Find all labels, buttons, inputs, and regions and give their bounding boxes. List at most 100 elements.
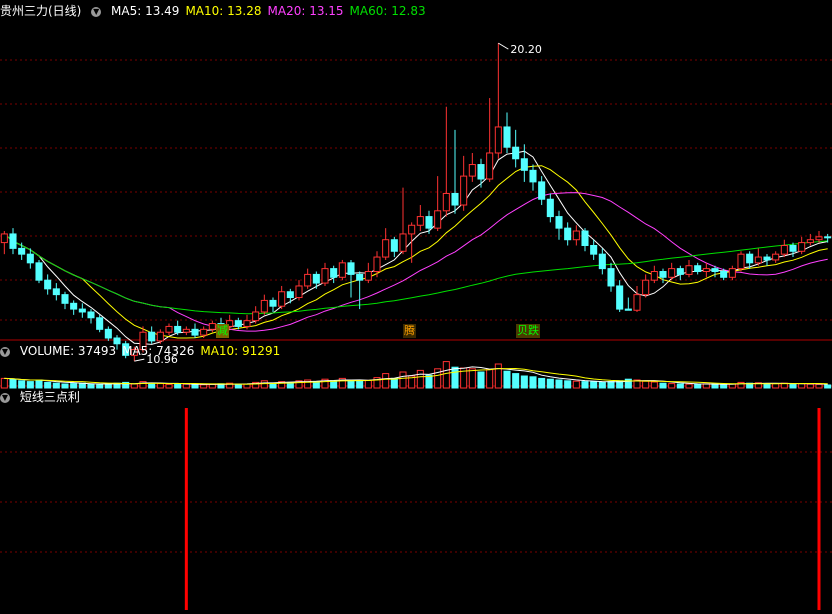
candle-body: [451, 192, 459, 206]
price-panel-header: 贵州三力(日线) ▼ MA5: 13.49 MA10: 13.28 MA20: 13…: [0, 2, 438, 20]
candle-body: [650, 271, 658, 281]
volume-bar: [182, 383, 190, 389]
volume-bar: [87, 383, 95, 389]
volume-bar: [165, 383, 173, 389]
candle-body: [728, 268, 736, 278]
candle-body: [104, 328, 112, 339]
volume-bar: [555, 379, 563, 389]
candle-body: [269, 299, 277, 307]
candle-body: [87, 311, 95, 319]
indicator-panel-header: ▼ 短线三点利: [0, 388, 86, 406]
candle-body: [312, 273, 320, 284]
candle-body: [44, 279, 52, 290]
candle-body: [174, 325, 182, 333]
volume-bar: [598, 381, 606, 389]
indicator-title[interactable]: 短线三点利: [20, 390, 80, 404]
candle-body: [425, 216, 433, 229]
volume-bar: [356, 380, 364, 389]
candle-body: [520, 158, 528, 171]
candle-body: [590, 244, 598, 255]
candle-body: [633, 294, 641, 311]
candle-body: [330, 268, 338, 278]
volume-bar: [529, 376, 537, 389]
candle-body: [529, 169, 537, 183]
volume-bars: [0, 361, 832, 389]
candle-body: [780, 244, 788, 255]
candle-body: [191, 328, 199, 336]
candle-body: [304, 273, 312, 287]
candle-body: [564, 227, 572, 241]
candle-body: [659, 271, 667, 278]
candle-body: [70, 302, 78, 310]
candle-body: [486, 152, 494, 180]
ma-legend-item-3: MA60: 12.83: [349, 4, 426, 18]
volume-legend-item-0: VOLUME: 37493: [19, 344, 117, 358]
indicator-bars: [184, 408, 821, 610]
candle-body: [512, 146, 520, 160]
candle-body: [338, 262, 346, 278]
candle-body: [824, 236, 832, 239]
volume-bar: [720, 383, 728, 389]
volume-bar: [200, 384, 208, 389]
volume-bar: [546, 378, 554, 389]
volume-bar: [581, 381, 589, 389]
candle-body: [668, 268, 676, 278]
candle-body: [460, 175, 468, 206]
candle-body: [598, 253, 606, 270]
candle-body: [347, 262, 355, 275]
candle-body: [555, 216, 563, 229]
volume-panel-header: ▼ VOLUME: 37493 MA5: 74326 MA10: 91291: [0, 342, 292, 360]
candle-body: [278, 291, 286, 307]
candle-body: [642, 279, 650, 296]
volume-bar: [494, 363, 502, 389]
stock-name[interactable]: 贵州三力(日线): [0, 4, 81, 18]
volume-legend: VOLUME: 37493 MA5: 74326 MA10: 91291: [20, 344, 286, 358]
ma5-line: [3, 150, 828, 345]
candlestick-series: [0, 43, 832, 362]
candle-body: [35, 262, 43, 281]
volume-bar: [234, 383, 242, 389]
chevron-down-icon[interactable]: ▼: [0, 346, 10, 357]
candle-body: [494, 126, 502, 154]
volume-bar: [399, 371, 407, 389]
volume-bar: [572, 380, 580, 389]
volume-bar: [538, 377, 546, 389]
ma20-line: [3, 192, 828, 332]
candle-body: [373, 256, 381, 273]
candle-body: [572, 230, 580, 241]
candle-body: [408, 224, 416, 235]
candle-body: [286, 291, 294, 299]
candle-body: [720, 271, 728, 278]
candle-body: [538, 181, 546, 200]
volume-bar: [260, 380, 268, 389]
volume-bar: [711, 383, 719, 389]
price-annotations: 20.2010.96: [134, 42, 542, 366]
volume-bar: [174, 383, 182, 389]
candle-body: [616, 285, 624, 310]
candle-body: [737, 253, 745, 270]
volume-bar: [442, 361, 450, 389]
candle-body: [746, 253, 754, 264]
candle-body: [442, 192, 450, 212]
candle-body: [18, 247, 26, 255]
volume-bar: [685, 383, 693, 389]
kline-chart: 20.2010.96: [0, 42, 832, 610]
candle-body: [581, 230, 589, 246]
indicator-signal-bar: [817, 408, 821, 610]
candle-body: [295, 285, 303, 299]
volume-bar: [806, 383, 814, 389]
candle-body: [382, 239, 390, 258]
ma-legend-item-2: MA20: 13.15: [267, 4, 344, 18]
chevron-down-icon[interactable]: ▼: [0, 392, 10, 403]
candle-body: [165, 325, 173, 333]
volume-bar: [815, 383, 823, 389]
volume-bar: [104, 383, 112, 389]
candle-body: [694, 265, 702, 273]
candle-body: [754, 256, 762, 264]
chevron-down-icon[interactable]: ▼: [91, 6, 102, 17]
candle-body: [399, 233, 407, 252]
volume-bar: [451, 366, 459, 389]
volume-bar: [694, 383, 702, 389]
indicator-signal-bar: [184, 408, 188, 610]
volume-bar: [130, 383, 138, 389]
